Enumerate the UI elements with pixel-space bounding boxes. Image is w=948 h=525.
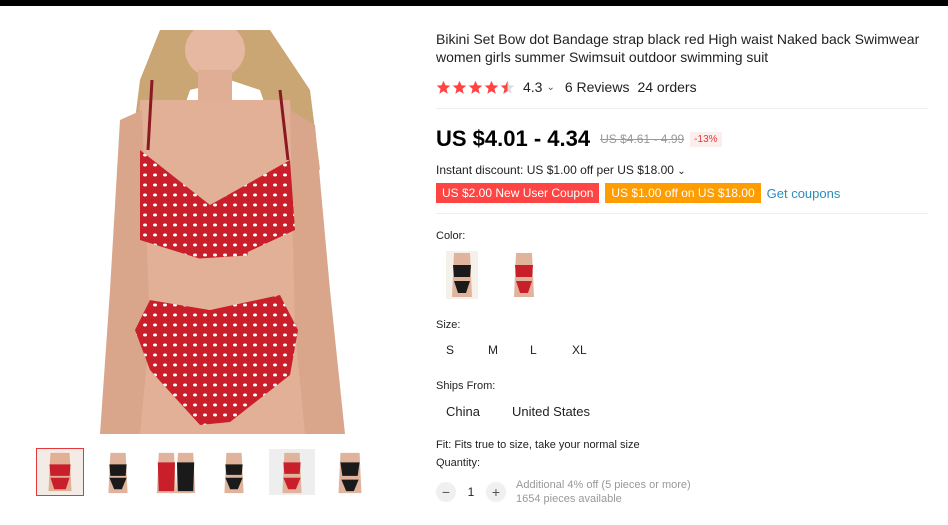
color-label: Color: [436,230,466,242]
stock-available: 1654 pieces available [516,493,622,505]
rating-row: 4.3 ⌄ 6 Reviews 24 orders [436,78,928,96]
quantity-plus-button[interactable]: + [486,482,506,502]
divider [436,108,928,109]
bulk-discount-note: Additional 4% off (5 pieces or more) [516,479,691,491]
original-price: US $4.61 - 4.99 [600,132,685,146]
quantity-stepper: − 1 + Additional 4% off (5 pieces or mor… [436,479,928,506]
size-option-l[interactable]: L [530,343,572,357]
quantity-note: Additional 4% off (5 pieces or more) 165… [516,478,691,506]
star-rating[interactable] [436,80,515,95]
new-user-coupon[interactable]: US $2.00 New User Coupon [436,183,600,203]
quantity-input[interactable]: 1 [456,482,486,502]
thumbnail-4[interactable] [210,448,258,496]
top-bar [0,0,948,6]
get-coupons-link[interactable]: Get coupons [767,186,841,201]
ships-from-options: China United States [436,404,928,419]
thumbnail-1[interactable] [36,448,84,496]
reviews-link[interactable]: 6 Reviews [565,79,630,95]
star-icon [468,80,483,94]
ships-option-united-states[interactable]: United States [512,404,590,419]
size-option-s[interactable]: S [446,343,488,357]
thumbnail-6[interactable] [326,448,374,496]
instant-discount-text: Instant discount: US $1.00 off per US $1… [436,163,674,177]
size-option-m[interactable]: M [488,343,530,357]
fit-note: Fit: Fits true to size, take your normal… [436,439,640,451]
orders-count: 24 orders [637,79,697,95]
product-info-panel: Bikini Set Bow dot Bandage strap black r… [436,30,928,506]
star-icon [484,80,499,94]
thumbnail-2[interactable] [94,448,142,496]
size-option-xl[interactable]: XL [572,343,614,357]
thumbnail-strip [36,448,384,496]
color-swatch-red[interactable] [508,251,540,299]
ships-option-china[interactable]: China [446,404,480,419]
star-icon [436,80,451,94]
half-star-icon [500,80,515,94]
discount-badge: -13% [690,131,722,147]
color-swatch-black[interactable] [446,251,478,299]
current-price: US $4.01 - 4.34 [436,126,591,151]
rating-value[interactable]: 4.3 [523,79,542,95]
thumbnail-5[interactable] [268,448,316,496]
ships-from-label: Ships From: [436,380,496,392]
price-row: US $4.01 - 4.34 US $4.61 - 4.99 -13% [436,126,928,152]
chevron-down-icon[interactable]: ⌄ [546,82,554,93]
divider [436,213,928,214]
quantity-minus-button[interactable]: − [436,482,456,502]
main-product-image[interactable] [80,30,348,434]
quantity-label: Quantity: [436,457,481,469]
color-swatches [436,251,928,299]
thumbnail-3[interactable] [152,448,200,496]
coupons-row: US $2.00 New User Coupon US $1.00 off on… [436,183,928,203]
size-label: Size: [436,319,461,331]
instant-discount[interactable]: Instant discount: US $1.00 off per US $1… [436,163,928,177]
chevron-down-icon: ⌄ [677,166,686,177]
store-coupon[interactable]: US $1.00 off on US $18.00 [605,183,761,203]
size-options: S M L XL [436,343,928,357]
star-icon [452,80,467,94]
product-title: Bikini Set Bow dot Bandage strap black r… [436,31,920,65]
